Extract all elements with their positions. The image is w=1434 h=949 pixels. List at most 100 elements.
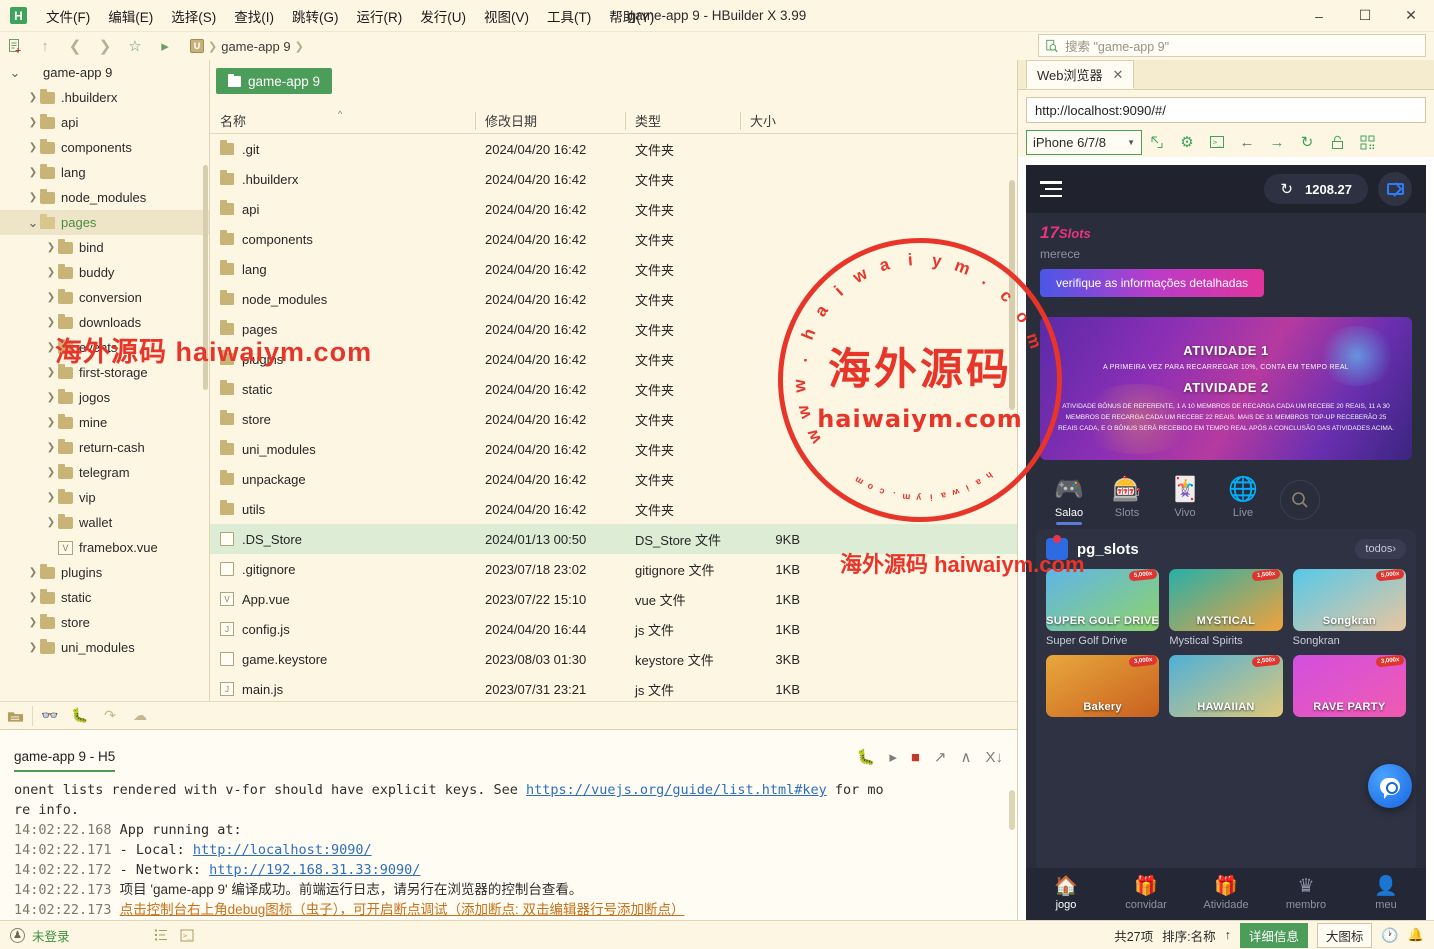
run-icon[interactable]: ▸ (150, 34, 180, 58)
chevron-right-icon[interactable]: ❯ (44, 417, 58, 428)
game-card[interactable]: 1,500xMYSTICALMystical Spirits (1169, 569, 1282, 647)
tree-item-conversion[interactable]: ❯conversion (0, 285, 209, 310)
chevron-right-icon[interactable]: ❯ (26, 642, 40, 653)
table-row[interactable]: components2024/04/20 16:42文件夹 (210, 224, 1017, 254)
reload-icon[interactable]: ↻ (1292, 129, 1322, 155)
tree-item-node_modules[interactable]: ❯node_modules (0, 185, 209, 210)
back-icon[interactable]: ← (1232, 129, 1262, 155)
file-list-scrollbar[interactable] (1009, 180, 1015, 410)
table-row[interactable]: static2024/04/20 16:42文件夹 (210, 374, 1017, 404)
tree-item-pages[interactable]: ⌄pages (0, 210, 209, 235)
table-row[interactable]: api2024/04/20 16:42文件夹 (210, 194, 1017, 224)
tree-item-components[interactable]: ❯components (0, 135, 209, 160)
tree-scrollbar[interactable] (203, 165, 208, 390)
category-vivo[interactable]: 🃏Vivo (1156, 474, 1214, 525)
menu-item-8[interactable]: 工具(T) (538, 2, 600, 30)
outline-icon[interactable] (148, 925, 174, 945)
chevron-right-icon[interactable]: ❯ (44, 467, 58, 478)
game-card[interactable]: 2,500xHAWAIIAN (1169, 655, 1282, 721)
console-icon[interactable]: >_ (1202, 129, 1232, 155)
project-icon[interactable] (0, 702, 30, 729)
game-card[interactable]: 3,000xBakery (1046, 655, 1159, 721)
category-salao[interactable]: 🎮Salao (1040, 474, 1098, 525)
forward-icon[interactable]: ❯ (90, 34, 120, 58)
back-icon[interactable]: ❮ (60, 34, 90, 58)
table-row[interactable]: Jconfig.js2024/04/20 16:44js 文件1KB (210, 614, 1017, 644)
menu-item-0[interactable]: 文件(F) (37, 2, 99, 30)
tree-item-downloads[interactable]: ❯downloads (0, 310, 209, 335)
menu-item-6[interactable]: 发行(U) (411, 2, 475, 30)
table-row[interactable]: node_modules2024/04/20 16:42文件夹 (210, 284, 1017, 314)
menu-item-9[interactable]: 帮助(Y) (600, 2, 663, 30)
chevron-right-icon[interactable]: ❯ (44, 367, 58, 378)
game-card[interactable]: 3,000xRAVE PARTY (1293, 655, 1406, 721)
column-header-date[interactable]: 修改日期 (475, 108, 625, 134)
menu-item-5[interactable]: 运行(R) (348, 2, 412, 30)
table-row[interactable]: utils2024/04/20 16:42文件夹 (210, 494, 1017, 524)
star-icon[interactable]: ☆ (120, 34, 150, 58)
chevron-right-icon[interactable]: ❯ (44, 292, 58, 303)
open-external-icon[interactable]: ↗ (934, 748, 947, 766)
debug-icon[interactable]: 🐛 (65, 702, 95, 729)
tree-item-wallet[interactable]: ❯wallet (0, 510, 209, 535)
game-thumbnail[interactable]: 5,000xSUPER GOLF DRIVE (1046, 569, 1159, 631)
close-button[interactable]: ✕ (1388, 0, 1434, 32)
table-row[interactable]: unpackage2024/04/20 16:42文件夹 (210, 464, 1017, 494)
envelope-icon[interactable] (1378, 172, 1412, 206)
table-row[interactable]: .hbuilderx2024/04/20 16:42文件夹 (210, 164, 1017, 194)
game-thumbnail[interactable]: 2,500xHAWAIIAN (1169, 655, 1282, 717)
game-thumbnail[interactable]: 1,500xMYSTICAL (1169, 569, 1282, 631)
promo-button[interactable]: verifique as informações detalhadas (1040, 269, 1264, 297)
clock-icon[interactable]: 🕐 (1381, 927, 1398, 944)
breadcrumb-item[interactable]: game-app 9 (221, 39, 290, 54)
column-header-name[interactable]: 名称 ^ (210, 108, 475, 134)
chevron-right-icon[interactable]: ❯ (44, 242, 58, 253)
games-see-all-button[interactable]: todos› (1355, 539, 1406, 559)
tree-item-uni_modules[interactable]: ❯uni_modules (0, 635, 209, 660)
console-scrollbar[interactable] (1009, 790, 1015, 830)
chevron-down-icon[interactable]: ⌄ (26, 219, 40, 227)
chevron-right-icon[interactable]: ❯ (26, 92, 40, 103)
up-icon[interactable]: ↑ (30, 34, 60, 58)
stop-icon[interactable]: ■ (911, 749, 920, 766)
console-link[interactable]: https://vuejs.org/guide/list.html#key (526, 782, 827, 798)
tree-item-lang[interactable]: ❯lang (0, 160, 209, 185)
chevron-right-icon[interactable]: ❯ (26, 592, 40, 603)
tree-item-telegram[interactable]: ❯telegram (0, 460, 209, 485)
collapse-icon[interactable]: ∧ (961, 748, 972, 766)
chevron-right-icon[interactable]: ❯ (44, 392, 58, 403)
search-icon[interactable]: 👓 (35, 702, 65, 729)
game-thumbnail[interactable]: 5,000xSongkran (1293, 569, 1406, 631)
browser-tab[interactable]: Web浏览器 ✕ (1026, 60, 1134, 89)
project-tree[interactable]: ⌄game-app 9❯.hbuilderx❯api❯components❯la… (0, 60, 210, 701)
chevron-right-icon[interactable]: ❯ (44, 492, 58, 503)
column-header-size[interactable]: 大小 (740, 108, 822, 134)
table-row[interactable]: VApp.vue2023/07/22 15:10vue 文件1KB (210, 584, 1017, 614)
tree-item-first-storage[interactable]: ❯first-storage (0, 360, 209, 385)
table-row[interactable]: game.keystore2023/08/03 01:30keystore 文件… (210, 644, 1017, 674)
device-select[interactable]: iPhone 6/7/8 ▼ (1026, 130, 1142, 155)
forward-icon[interactable]: → (1262, 129, 1292, 155)
bottom-tab-convidar[interactable]: 🎁convidar (1106, 877, 1186, 911)
search-input[interactable]: 搜索 "game-app 9" (1038, 34, 1426, 57)
maximize-button[interactable]: ☐ (1342, 0, 1388, 32)
tree-item-events[interactable]: ❯events (0, 335, 209, 360)
tree-item-plugins[interactable]: ❯plugins (0, 560, 209, 585)
close-icon[interactable]: ✕ (1113, 67, 1124, 83)
chevron-right-icon[interactable]: ❯ (26, 142, 40, 153)
console-output[interactable]: onent lists rendered with v-for should h… (0, 772, 1017, 920)
hamburger-icon[interactable] (1040, 181, 1062, 197)
bell-icon[interactable]: 🔔 (1408, 927, 1424, 943)
balance-widget[interactable]: ↻ 1208.27 (1264, 174, 1368, 204)
console-tab[interactable]: game-app 9 - H5 (14, 749, 115, 772)
view-large-icons-button[interactable]: 大图标 (1317, 923, 1373, 948)
tree-item-store[interactable]: ❯store (0, 610, 209, 635)
tree-item-mine[interactable]: ❯mine (0, 410, 209, 435)
url-input[interactable]: http://localhost:9090/#/ (1026, 97, 1426, 123)
chevron-right-icon[interactable]: ❯ (26, 192, 40, 203)
chevron-down-icon[interactable]: ⌄ (8, 69, 22, 77)
table-row[interactable]: .gitignore2023/07/18 23:02gitignore 文件1K… (210, 554, 1017, 584)
qrcode-icon[interactable] (1352, 129, 1382, 155)
table-row[interactable]: lang2024/04/20 16:42文件夹 (210, 254, 1017, 284)
account-status[interactable]: ♟ 未登录 (10, 926, 70, 945)
